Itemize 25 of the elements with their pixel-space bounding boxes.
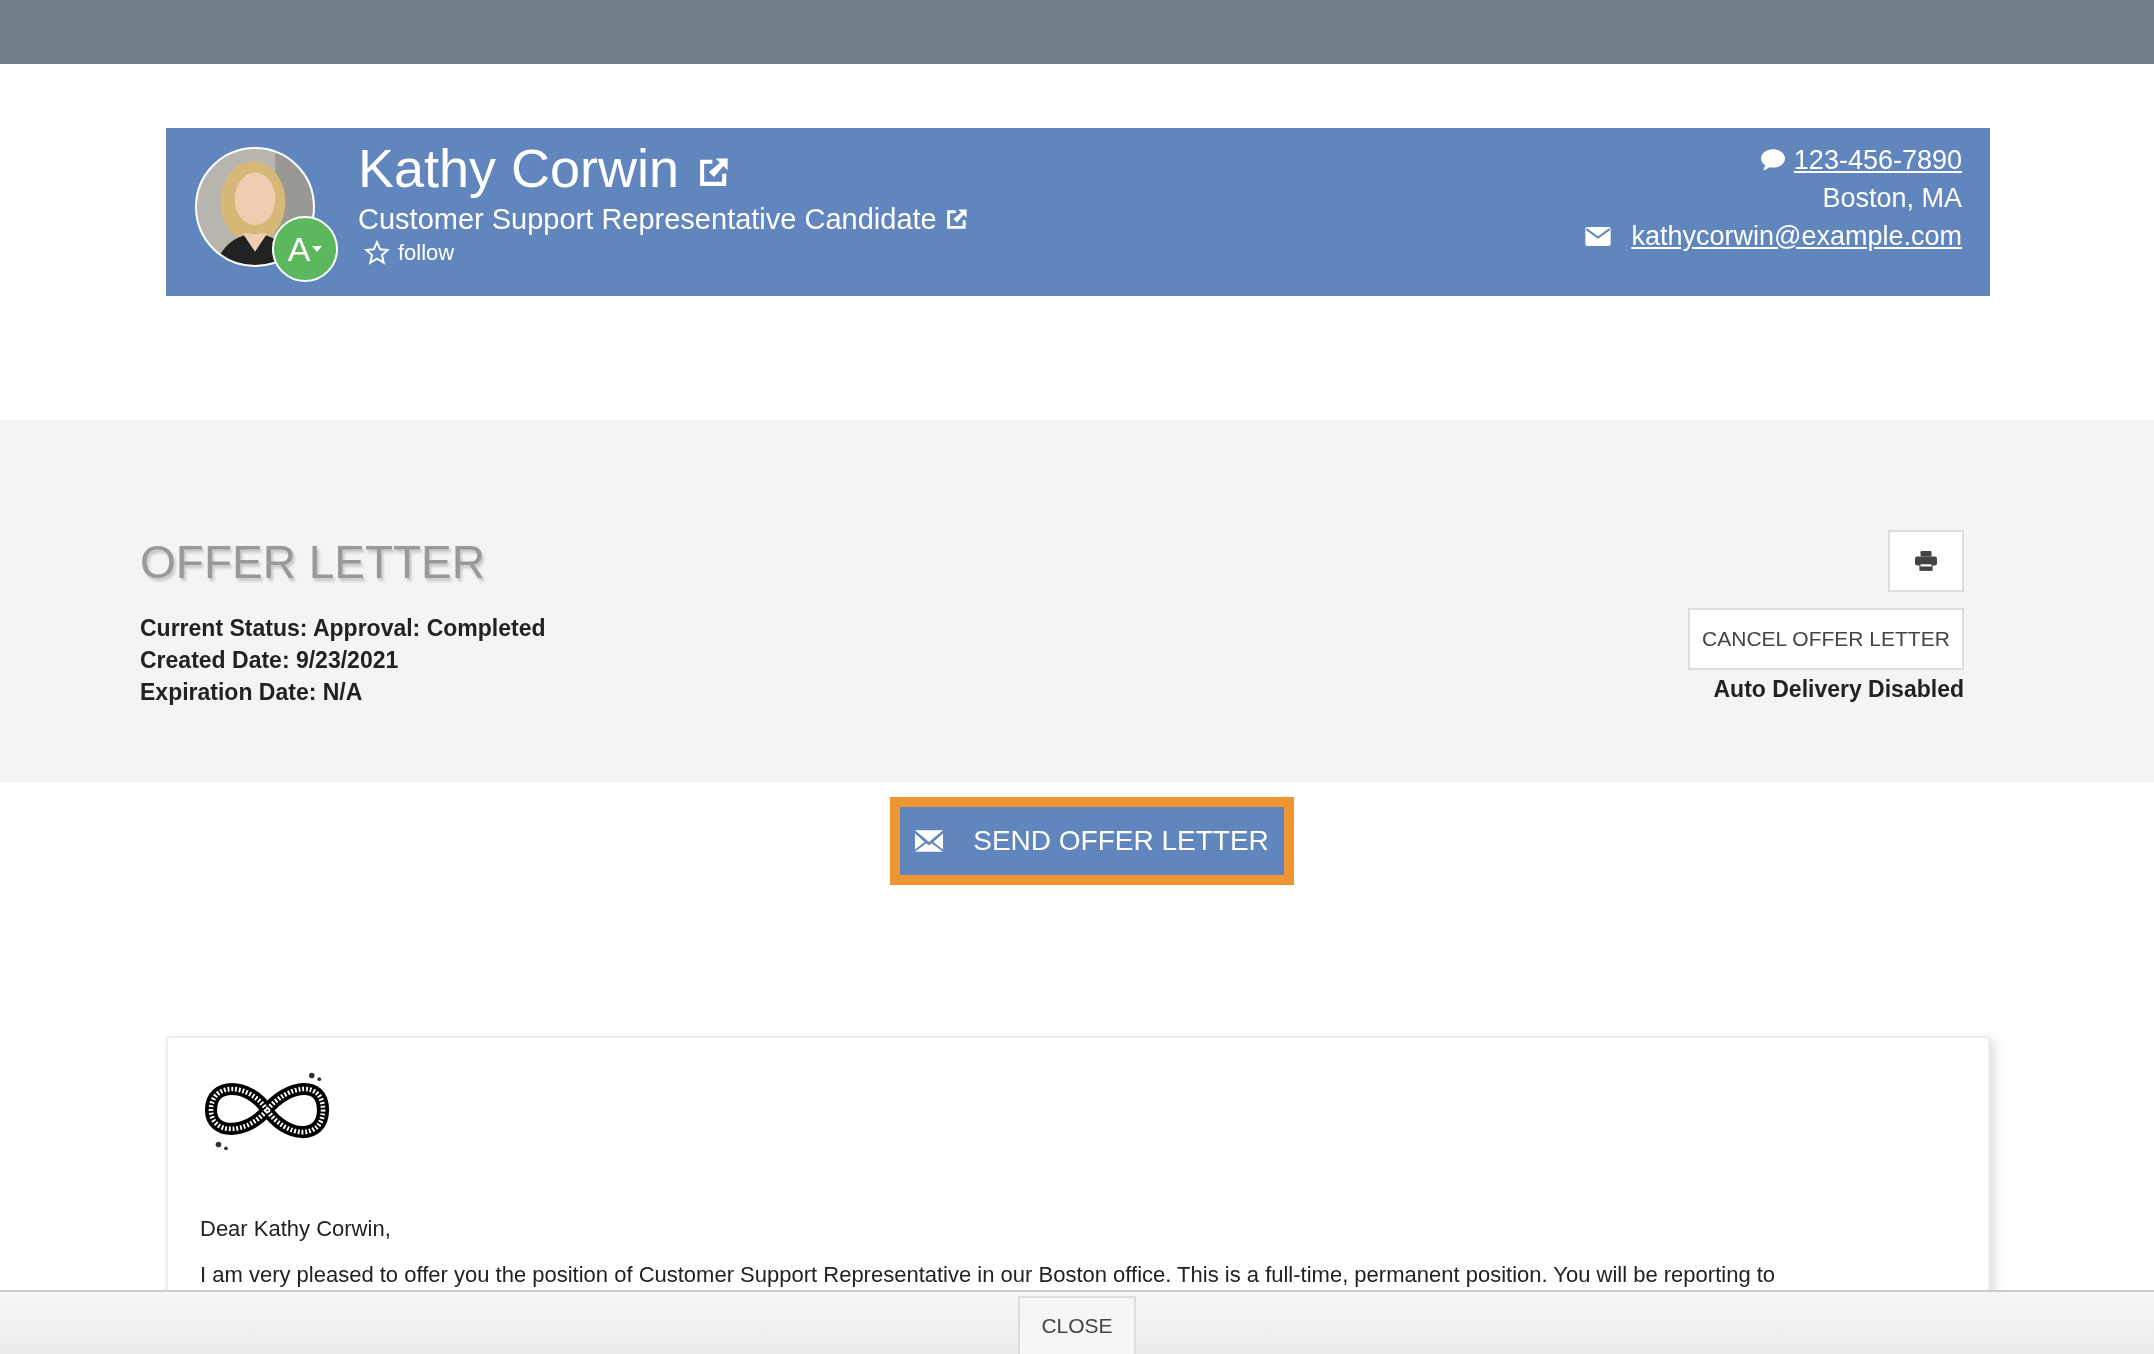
cancel-offer-button[interactable]: CANCEL OFFER LETTER [1688, 608, 1964, 670]
letter-greeting: Dear Kathy Corwin, [200, 1216, 392, 1242]
caret-icon [312, 246, 323, 252]
follow-button[interactable]: follow [358, 240, 461, 266]
location-text: Boston, MA [1822, 182, 1962, 215]
send-offer-button[interactable]: SEND OFFER LETTER [890, 797, 1294, 885]
print-button[interactable] [1888, 530, 1964, 592]
external-link-icon[interactable] [944, 207, 969, 231]
delivery-status-text: Auto Delivery Disabled [1713, 676, 1964, 703]
candidate-name: Kathy Corwin [358, 137, 680, 200]
status-text: Expiration Date: N/A [140, 678, 364, 707]
envelope-icon [1585, 226, 1612, 246]
star-icon [364, 240, 390, 266]
rating-badge[interactable]: A [272, 216, 338, 282]
email-link[interactable]: kathycorwin@example.com [1631, 218, 1962, 254]
printer-icon [1915, 551, 1937, 571]
status-text: Current Status: Approval: Completed [140, 614, 546, 643]
phone-link[interactable]: 123-456-7890 [1793, 142, 1962, 178]
section-heading: OFFER LETTER [140, 535, 487, 590]
close-button[interactable]: CLOSE [1018, 1296, 1136, 1354]
status-text: Created Date: 9/23/2021 [140, 646, 400, 675]
letter-paragraph: I am very pleased to offer you the position of Customer Support Representative in our Boston office. This is a full-time, permanent position. You will be reporting to [200, 1262, 1777, 1288]
candidate-title: Customer Support Representative Candidate [358, 202, 937, 237]
envelope-icon [915, 830, 944, 852]
chat-bubble-icon [1759, 148, 1786, 172]
